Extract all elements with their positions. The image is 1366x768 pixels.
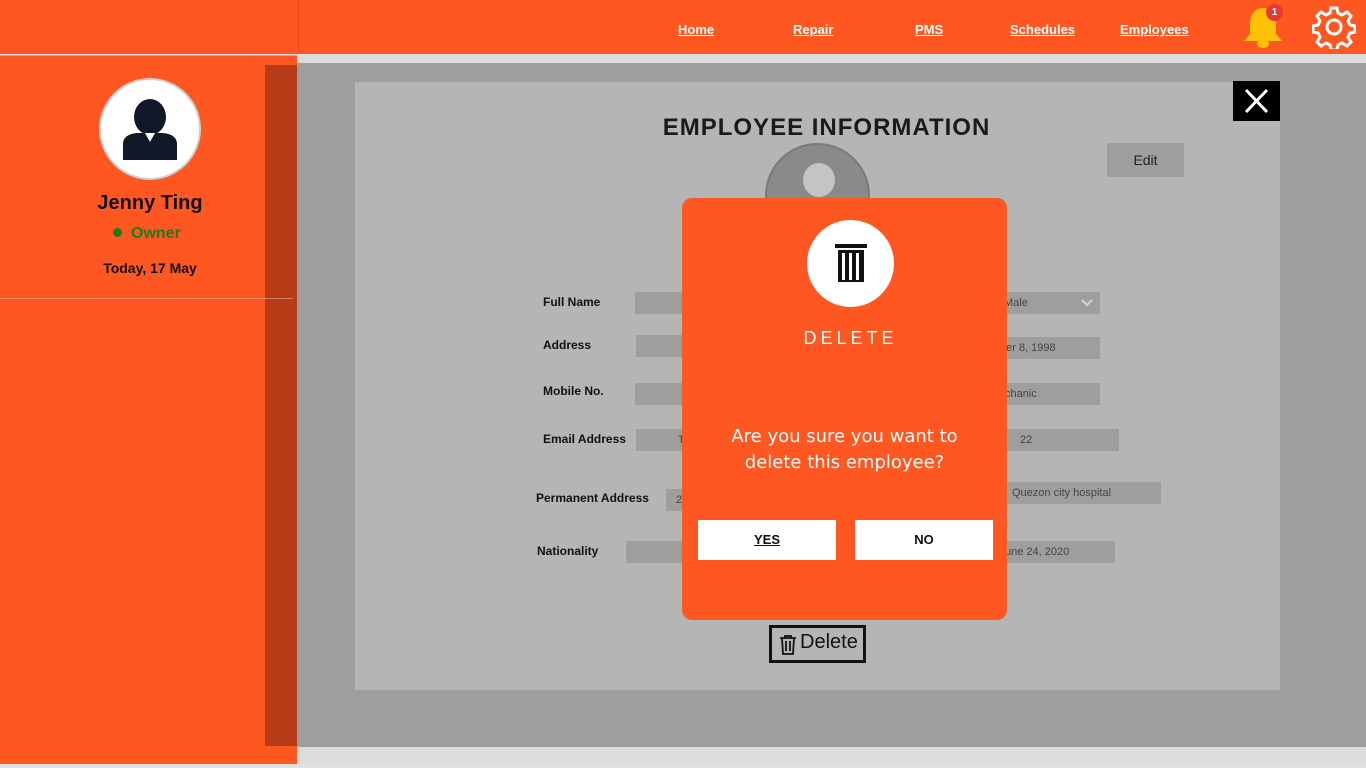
employee-photo-silhouette-icon bbox=[803, 163, 835, 197]
position-field[interactable]: chanic bbox=[1000, 383, 1100, 405]
bottom-strip bbox=[0, 764, 1366, 768]
trash-icon bbox=[835, 244, 867, 282]
dialog-message: Are you sure you want to delete this emp… bbox=[731, 426, 958, 473]
user-role-label: Owner bbox=[131, 225, 181, 242]
nav-link-employees[interactable]: Employees bbox=[1120, 22, 1189, 37]
yes-button[interactable]: YES bbox=[698, 520, 836, 560]
current-date: Today, 17 May bbox=[103, 260, 197, 276]
age-field[interactable]: 22 bbox=[1000, 429, 1119, 451]
nav-link-pms[interactable]: PMS bbox=[915, 22, 943, 37]
page-title: EMPLOYEE INFORMATION bbox=[662, 114, 991, 141]
label-nationality: Nationality bbox=[537, 544, 599, 558]
label-email: Email Address bbox=[543, 432, 626, 446]
edit-button[interactable]: Edit bbox=[1107, 143, 1184, 177]
gender-select-value: Male bbox=[1004, 297, 1028, 309]
label-full-name: Full Name bbox=[543, 295, 601, 309]
sidebar-overlay-shade bbox=[265, 65, 297, 746]
birthplace-field[interactable]: Quezon city hospital bbox=[1000, 482, 1161, 504]
settings-gear-icon[interactable] bbox=[1311, 5, 1357, 52]
dialog-icon-circle bbox=[807, 220, 894, 307]
notification-badge: 1 bbox=[1266, 4, 1283, 21]
sidebar-divider bbox=[0, 298, 293, 299]
nav-link-home[interactable]: Home bbox=[678, 22, 714, 37]
label-permanent-address: Permanent Address bbox=[536, 491, 649, 505]
nav-link-repair[interactable]: Repair bbox=[793, 22, 833, 37]
label-mobile: Mobile No. bbox=[543, 384, 604, 398]
date-hired-field[interactable]: une 24, 2020 bbox=[1000, 541, 1115, 563]
label-address: Address bbox=[543, 338, 592, 352]
nav-link-schedules[interactable]: Schedules bbox=[1010, 22, 1075, 37]
gender-select[interactable]: Male bbox=[1000, 292, 1100, 314]
delete-confirm-dialog: DELETE Are you sure you want to delete t… bbox=[682, 198, 1007, 620]
delete-button-label: Delete bbox=[800, 631, 858, 653]
delete-employee-button[interactable]: Delete bbox=[769, 625, 866, 663]
user-role: Owner bbox=[113, 225, 181, 243]
topbar-divider bbox=[298, 0, 299, 54]
online-status-dot bbox=[113, 228, 122, 237]
user-name: Jenny Ting bbox=[97, 192, 203, 214]
no-button[interactable]: NO bbox=[855, 520, 993, 560]
chevron-down-icon bbox=[1081, 299, 1093, 307]
trash-icon bbox=[780, 635, 796, 655]
dialog-title: DELETE bbox=[803, 328, 898, 348]
